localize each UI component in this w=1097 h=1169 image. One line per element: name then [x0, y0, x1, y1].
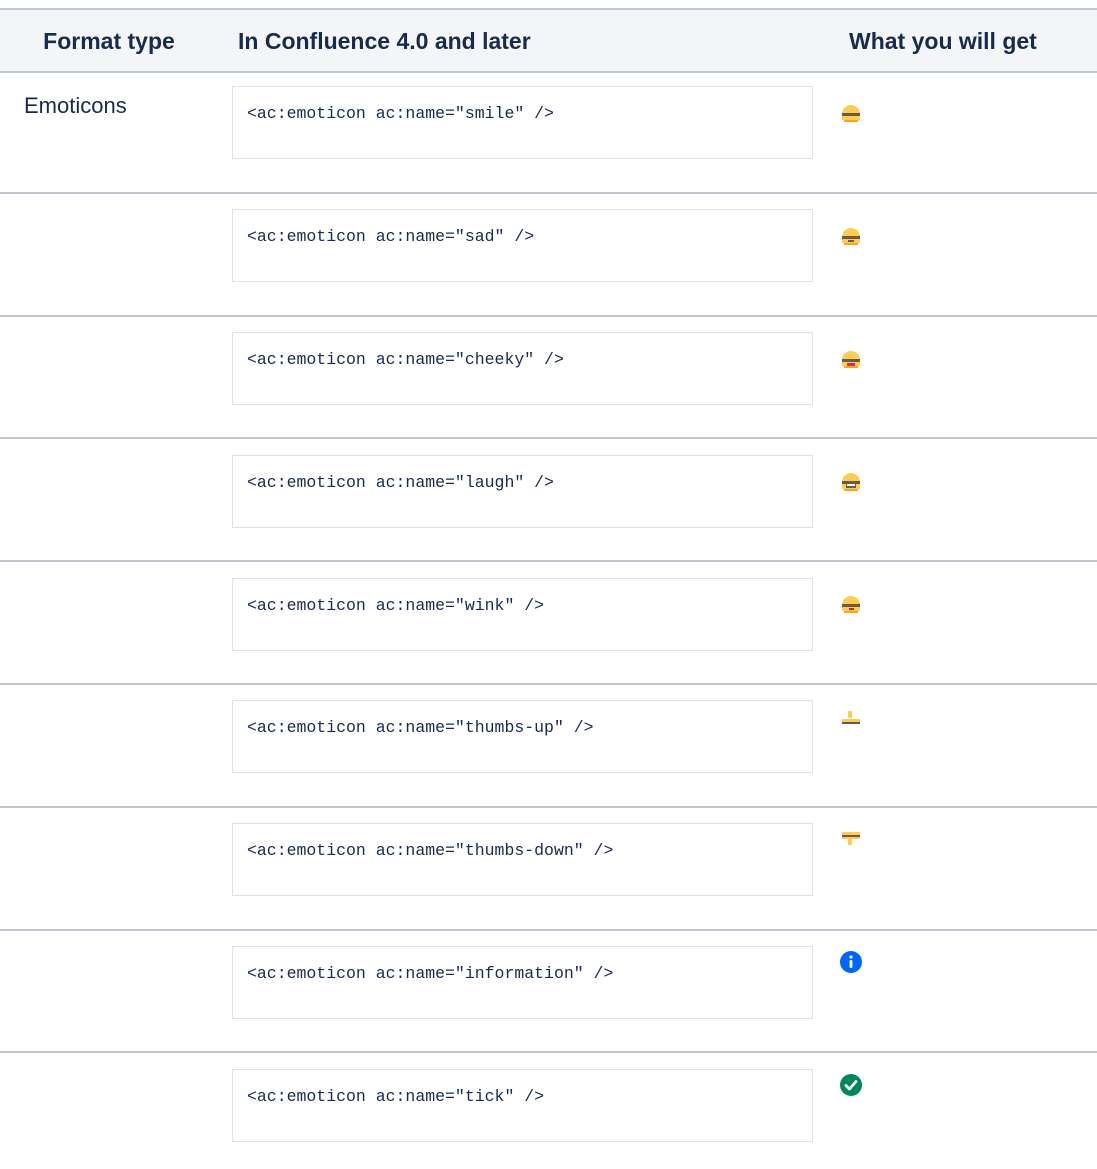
format-type-cell: [0, 562, 218, 683]
thumbs-up-icon: [842, 711, 860, 724]
tick-icon: [840, 1074, 862, 1096]
format-type-cell: [0, 808, 218, 929]
cheeky-icon: [842, 351, 860, 368]
code-block[interactable]: <ac:emoticon ac:name="sad" />: [232, 209, 813, 282]
format-type-cell: [0, 1053, 218, 1169]
laugh-icon: [842, 473, 860, 491]
format-type-cell: [0, 317, 218, 438]
code-block[interactable]: <ac:emoticon ac:name="wink" />: [232, 578, 813, 651]
code-block[interactable]: <ac:emoticon ac:name="cheeky" />: [232, 332, 813, 405]
table-top-border: [0, 8, 1097, 10]
code-block[interactable]: <ac:emoticon ac:name="tick" />: [232, 1069, 813, 1142]
format-type-cell: Emoticons: [24, 93, 127, 118]
header-confluence-version: In Confluence 4.0 and later: [238, 27, 531, 54]
code-block[interactable]: <ac:emoticon ac:name="information" />: [232, 946, 813, 1019]
format-type-cell: [0, 439, 218, 560]
information-icon: [840, 951, 862, 973]
format-type-cell: [0, 194, 218, 315]
code-block[interactable]: <ac:emoticon ac:name="laugh" />: [232, 455, 813, 528]
format-type-cell: [0, 685, 218, 806]
wink-icon: [842, 596, 860, 613]
thumbs-down-icon: [842, 832, 860, 845]
code-block[interactable]: <ac:emoticon ac:name="thumbs-up" />: [232, 700, 813, 773]
sad-icon: [842, 228, 860, 245]
table-header-row: Format type In Confluence 4.0 and later …: [0, 9, 1097, 73]
header-what-you-get: What you will get: [849, 27, 1037, 54]
format-type-cell: [0, 931, 218, 1051]
code-block[interactable]: <ac:emoticon ac:name="thumbs-down" />: [232, 823, 813, 896]
header-format-type: Format type: [43, 27, 175, 54]
code-block[interactable]: <ac:emoticon ac:name="smile" />: [232, 86, 813, 159]
smile-icon: [842, 105, 860, 122]
